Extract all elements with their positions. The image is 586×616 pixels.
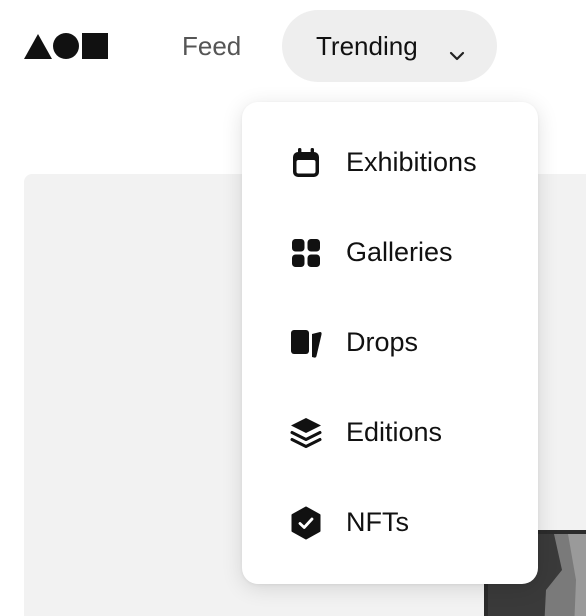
menu-item-label: Galleries bbox=[346, 237, 453, 267]
menu-item-drops[interactable]: Drops bbox=[242, 298, 538, 388]
menu-item-label: NFTs bbox=[346, 507, 409, 537]
menu-item-galleries[interactable]: Galleries bbox=[242, 208, 538, 298]
menu-item-label: Drops bbox=[346, 327, 419, 357]
badge-check-icon bbox=[289, 506, 323, 540]
page: Feed Trending Exhibitions Galleries Drop… bbox=[0, 0, 586, 616]
menu-item-label: Exhibitions bbox=[346, 147, 477, 177]
trending-dropdown-menu: Exhibitions Galleries Drops Editions NFT… bbox=[242, 102, 538, 584]
nav-feed-link[interactable]: Feed bbox=[182, 28, 241, 64]
grid-icon bbox=[289, 236, 323, 270]
menu-item-exhibitions[interactable]: Exhibitions bbox=[242, 118, 538, 208]
menu-item-editions[interactable]: Editions bbox=[242, 388, 538, 478]
nav-trending-label: Trending bbox=[316, 31, 418, 61]
menu-item-nfts[interactable]: NFTs bbox=[242, 478, 538, 568]
logo-shapes-icon bbox=[24, 33, 108, 59]
logo[interactable] bbox=[24, 32, 110, 60]
nav-trending-button[interactable]: Trending bbox=[282, 10, 497, 82]
drops-icon bbox=[289, 326, 323, 360]
chevron-down-icon bbox=[448, 39, 466, 61]
menu-item-label: Editions bbox=[346, 417, 443, 447]
calendar-icon bbox=[289, 146, 323, 180]
layers-icon bbox=[289, 416, 323, 450]
